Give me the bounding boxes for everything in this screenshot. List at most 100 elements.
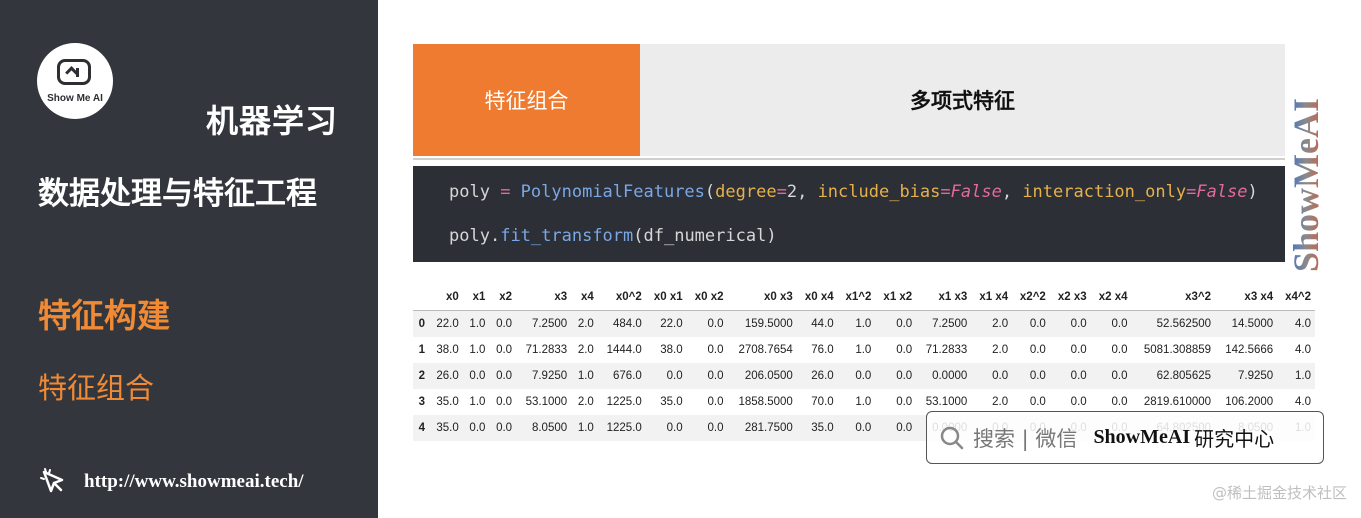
search-icon <box>940 426 964 449</box>
table-cell: 206.0500 <box>744 370 793 382</box>
table-cell: 7.9250 <box>531 370 568 382</box>
column-header: x1 x4 <box>971 284 1013 311</box>
table-cell: 1.0 <box>1295 370 1311 382</box>
code-eq: = <box>1186 182 1197 202</box>
column-header: x4^2 <box>1277 284 1315 311</box>
column-header: x0 x3 <box>727 284 797 311</box>
table-cell: 0.0 <box>1111 370 1128 382</box>
sidebar: Show Me AI 机器学习 数据处理与特征工程 特征构建 特征组合 http… <box>0 0 378 518</box>
table-cell: 0.0 <box>707 422 724 434</box>
row-index: 0 <box>418 318 425 330</box>
table-cell: 0.0 <box>707 396 724 408</box>
table-cell: 281.7500 <box>744 422 793 434</box>
table-cell: 0.0 <box>666 422 683 434</box>
logo-text: Show Me AI <box>47 93 103 104</box>
column-header: x0 <box>429 284 463 311</box>
header-divider <box>413 158 1285 160</box>
code-var: poly <box>449 182 490 202</box>
code-class: PolynomialFeatures <box>520 182 705 202</box>
code-sep: , <box>797 182 818 202</box>
table-cell: 0.0 <box>496 318 513 330</box>
column-header: x1 x3 <box>916 284 972 311</box>
table-cell: 2708.7654 <box>738 344 793 356</box>
table-cell: 0.0 <box>1029 370 1046 382</box>
subsection-title: 特征组合 <box>38 371 155 405</box>
table-cell: 0.0 <box>896 344 913 356</box>
table-cell: 0.0 <box>896 318 913 330</box>
wechat-search-banner: 搜索 | 微信 ShowMeAI 研究中心 <box>926 411 1324 464</box>
table-cell: 0.0 <box>1111 344 1128 356</box>
table-cell: 8.0500 <box>531 422 568 434</box>
code-args: (df_numerical) <box>633 226 777 246</box>
code-sep: , <box>1001 182 1023 202</box>
column-header: x1^2 <box>837 284 876 311</box>
column-header: x2 x4 <box>1090 284 1132 311</box>
code-paren: ( <box>704 182 716 202</box>
table-cell: 0.0 <box>496 396 513 408</box>
table-cell: 0.0 <box>707 318 724 330</box>
table-cell: 1.0 <box>855 396 872 408</box>
table-cell: 0.0 <box>855 422 872 434</box>
website-link[interactable]: http://www.showmeai.tech/ <box>38 466 304 498</box>
table-cell: 22.0 <box>436 318 459 330</box>
column-header: x0 x4 <box>796 284 838 311</box>
column-header: x2^2 <box>1012 284 1050 311</box>
table-cell: 0.0 <box>1029 318 1046 330</box>
row-index: 4 <box>418 422 425 434</box>
table-cell: 0.0 <box>1070 370 1087 382</box>
column-header: x0 x1 <box>645 284 687 311</box>
table-cell: 71.2833 <box>525 344 568 356</box>
website-url[interactable]: http://www.showmeai.tech/ <box>84 471 304 493</box>
topic-title: 多项式特征 <box>910 89 1015 113</box>
column-header: x1 x2 <box>875 284 917 311</box>
table-cell: 71.2833 <box>925 344 968 356</box>
table-cell: 1.0 <box>469 396 486 408</box>
row-index: 3 <box>418 396 425 408</box>
table-cell: 1.0 <box>469 344 486 356</box>
table-cell: 0.0 <box>896 370 913 382</box>
table-cell: 7.2500 <box>531 318 568 330</box>
column-header: x3 x4 <box>1215 284 1278 311</box>
showmeai-logo: Show Me AI <box>37 43 113 119</box>
table-cell: 0.0 <box>469 422 486 434</box>
table-cell: 1225.0 <box>606 396 642 408</box>
search-text: 搜索 | 微信 <box>973 426 1078 451</box>
code-line-2: poly.fit_transform(df_numerical) <box>449 226 777 246</box>
code-line-1: poly = PolynomialFeatures(degree=2, incl… <box>449 182 1258 202</box>
table-cell: 2.0 <box>992 318 1009 330</box>
column-header: x0^2 <box>597 284 646 311</box>
table-cell: 1225.0 <box>606 422 642 434</box>
table-cell: 7.9250 <box>1238 370 1274 382</box>
code-eq: = <box>940 182 951 202</box>
table-cell: 1444.0 <box>606 344 642 356</box>
table-cell: 14.5000 <box>1231 318 1274 330</box>
table-cell: 0.0 <box>855 370 872 382</box>
watermark-text: ShowMeAI <box>1288 98 1326 272</box>
code-var: poly <box>449 226 490 246</box>
table-row: 2 26.0 0.0 0.0 7.9250 1.0 676.0 0.0 0.0 206.0500 2… <box>413 363 1315 389</box>
table-cell: 53.1000 <box>525 396 568 408</box>
code-arg: degree <box>715 182 777 202</box>
table-cell: 1.0 <box>469 318 486 330</box>
code-dot: . <box>489 226 501 246</box>
table-cell: 0.0 <box>496 422 513 434</box>
table-cell: 0.0 <box>496 370 513 382</box>
table-cell: 1858.5000 <box>738 396 793 408</box>
code-method: fit_transform <box>500 226 634 246</box>
table-row: 1 38.0 1.0 0.0 71.2833 2.0 1444.0 38.0 0.0 2708.7… <box>413 337 1315 363</box>
table-cell: 70.0 <box>811 396 834 408</box>
source-credit: @稀土掘金技术社区 <box>1211 484 1347 502</box>
table-cell: 76.0 <box>811 344 834 356</box>
table-row: 0 22.0 1.0 0.0 7.2500 2.0 484.0 22.0 0.0 159.5000… <box>413 310 1315 337</box>
table-cell: 0.0 <box>1070 344 1087 356</box>
table-cell: 2.0 <box>577 344 594 356</box>
table-cell: 7.2500 <box>932 318 968 330</box>
table-cell: 0.0 <box>469 370 486 382</box>
table-cell: 0.0 <box>496 344 513 356</box>
code-paren: ) <box>1247 182 1258 202</box>
code-eq: = <box>776 182 787 202</box>
table-cell: 1.0 <box>577 422 594 434</box>
code-assign: = <box>489 182 521 202</box>
robot-face-icon <box>57 59 91 85</box>
table-cell: 44.0 <box>811 318 834 330</box>
